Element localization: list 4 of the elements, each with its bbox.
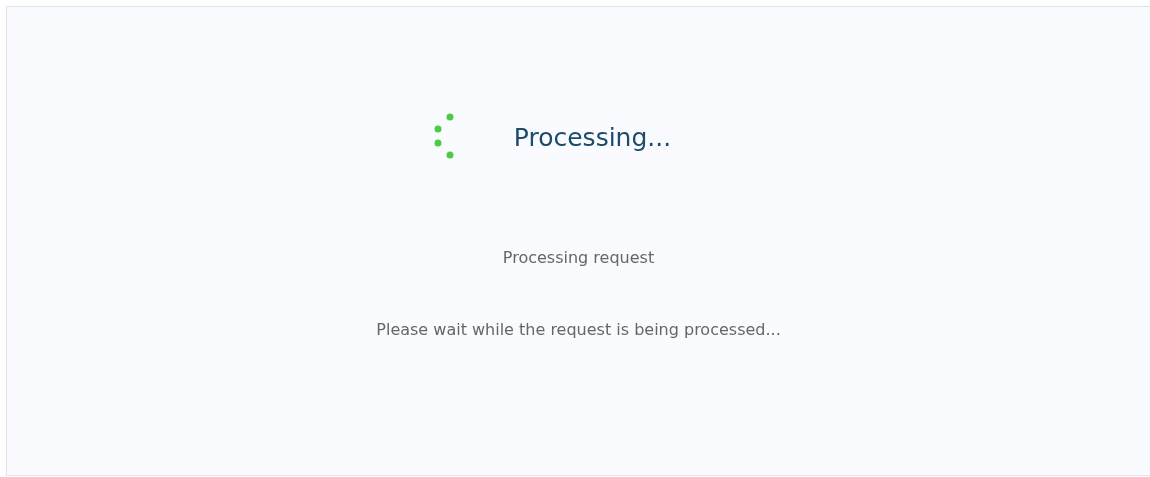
spinner-icon bbox=[433, 113, 456, 161]
status-text: Processing request bbox=[502, 248, 655, 267]
wait-message: Please wait while the request is being processed... bbox=[376, 320, 781, 339]
processing-title: Processing... bbox=[513, 122, 672, 152]
